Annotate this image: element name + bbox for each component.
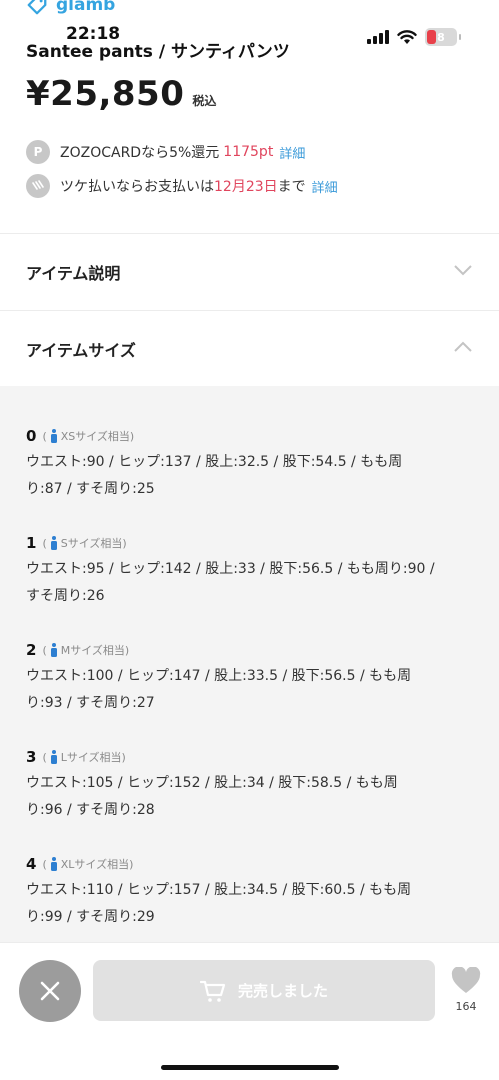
tsuke-detail-link[interactable]: 詳細 [312,177,338,196]
tsuke-date: 12月23日 [214,179,278,195]
battery-level: 8 [437,30,445,44]
price-row: ¥25,850 税込 [26,74,216,114]
size-measurements: ウエスト:110 / ヒップ:157 / 股上:34.5 / 股下:60.5 /… [26,877,476,931]
size-number: 4 [26,855,37,873]
battery-icon: 8 [425,28,461,46]
measurements-line: り:87 / すそ周り:25 [26,481,155,497]
paren: ( [42,750,47,764]
size-table: 0 ( XSサイズ相当) ウエスト:90 / ヒップ:137 / 股上:32.5… [0,386,499,942]
accordion-title: アイテム説明 [26,264,121,283]
points-amount: 1175pt [223,144,274,160]
measurements-line: ウエスト:105 / ヒップ:152 / 股上:34 / 股下:58.5 / も… [26,775,398,791]
size-equivalent: XLサイズ相当) [60,858,134,871]
size-number: 1 [26,534,37,552]
paren: ( [42,536,47,550]
tax-label: 税込 [192,94,217,108]
brand-logo: glamb [26,0,115,16]
size-equivalent: XSサイズ相当) [60,430,135,443]
size-row: 4 ( XLサイズ相当) ウエスト:110 / ヒップ:157 / 股上:34.… [26,852,476,931]
points-detail-link[interactable]: 詳細 [279,143,305,162]
close-button[interactable] [19,960,81,1022]
product-title: Santee pants / サンティパンツ [26,42,290,62]
bottom-action-bar: 完売しました 164 [0,942,499,1080]
person-icon [50,857,57,871]
person-icon [50,536,57,550]
accordion-item-size[interactable]: アイテムサイズ [0,311,499,387]
size-row: 2 ( Mサイズ相当) ウエスト:100 / ヒップ:147 / 股上:33.5… [26,638,476,717]
accordion-item-description[interactable]: アイテム説明 [0,234,499,310]
measurements-line: ウエスト:110 / ヒップ:157 / 股上:34.5 / 股下:60.5 /… [26,882,412,898]
size-equivalent: Lサイズ相当) [60,751,126,764]
tsuke-text-after: まで [277,179,306,195]
paren: ( [42,429,47,443]
accordion-title: アイテムサイズ [26,341,136,360]
size-number: 0 [26,427,37,445]
size-row: 0 ( XSサイズ相当) ウエスト:90 / ヒップ:137 / 股上:32.5… [26,424,476,503]
size-row: 1 ( Sサイズ相当) ウエスト:95 / ヒップ:142 / 股上:33 / … [26,531,476,610]
measurements-line: ウエスト:95 / ヒップ:142 / 股上:33 / 股下:56.5 / もも… [26,561,435,577]
measurements-line: ウエスト:90 / ヒップ:137 / 股上:32.5 / 股下:54.5 / … [26,454,403,470]
size-row: 3 ( Lサイズ相当) ウエスト:105 / ヒップ:152 / 股上:34 /… [26,745,476,824]
size-measurements: ウエスト:100 / ヒップ:147 / 股上:33.5 / 股下:56.5 /… [26,663,476,717]
points-icon: P [26,140,50,164]
measurements-line: り:96 / すそ周り:28 [26,802,155,818]
size-measurements: ウエスト:95 / ヒップ:142 / 股上:33 / 股下:56.5 / もも… [26,556,476,610]
zozocard-points-row: P ZOZOCARDなら5%還元 1175pt 詳細 [26,140,305,164]
size-equivalent: Sサイズ相当) [60,537,127,550]
sold-out-label: 完売しました [237,982,328,1000]
tsuke-text: ツケ払いならお支払いは [60,179,214,195]
close-icon [40,981,60,1001]
person-icon [50,429,57,443]
tsuke-row: ツケ払いならお支払いは 12月23日 まで 詳細 [26,174,338,198]
tag-icon [27,0,47,15]
size-measurements: ウエスト:90 / ヒップ:137 / 股上:32.5 / 股下:54.5 / … [26,449,476,503]
size-equivalent: Mサイズ相当) [60,644,130,657]
chevron-down-icon [454,265,472,276]
chevron-up-icon [454,341,472,352]
favorite-count: 164 [455,1000,477,1013]
home-indicator [161,1065,339,1070]
wifi-icon [397,29,417,44]
tsuke-icon [26,174,50,198]
measurements-line: すそ周り:26 [26,588,105,604]
measurements-line: ウエスト:100 / ヒップ:147 / 股上:33.5 / 股下:56.5 /… [26,668,412,684]
signal-icon [367,30,389,44]
brand-name: glamb [56,0,116,15]
size-measurements: ウエスト:105 / ヒップ:152 / 股上:34 / 股下:58.5 / も… [26,770,476,824]
paren: ( [42,643,47,657]
cart-icon [199,980,226,1002]
paren: ( [42,857,47,871]
heart-icon [451,966,481,993]
product-price: ¥25,850 [26,74,185,114]
measurements-line: り:93 / すそ周り:27 [26,695,155,711]
favorite-button[interactable]: 164 [446,966,486,1013]
person-icon [50,643,57,657]
size-number: 3 [26,748,37,766]
points-text: ZOZOCARDなら5%還元 [60,145,220,161]
measurements-line: り:99 / すそ周り:29 [26,909,155,925]
size-number: 2 [26,641,37,659]
sold-out-button[interactable]: 完売しました [93,960,435,1021]
person-icon [50,750,57,764]
